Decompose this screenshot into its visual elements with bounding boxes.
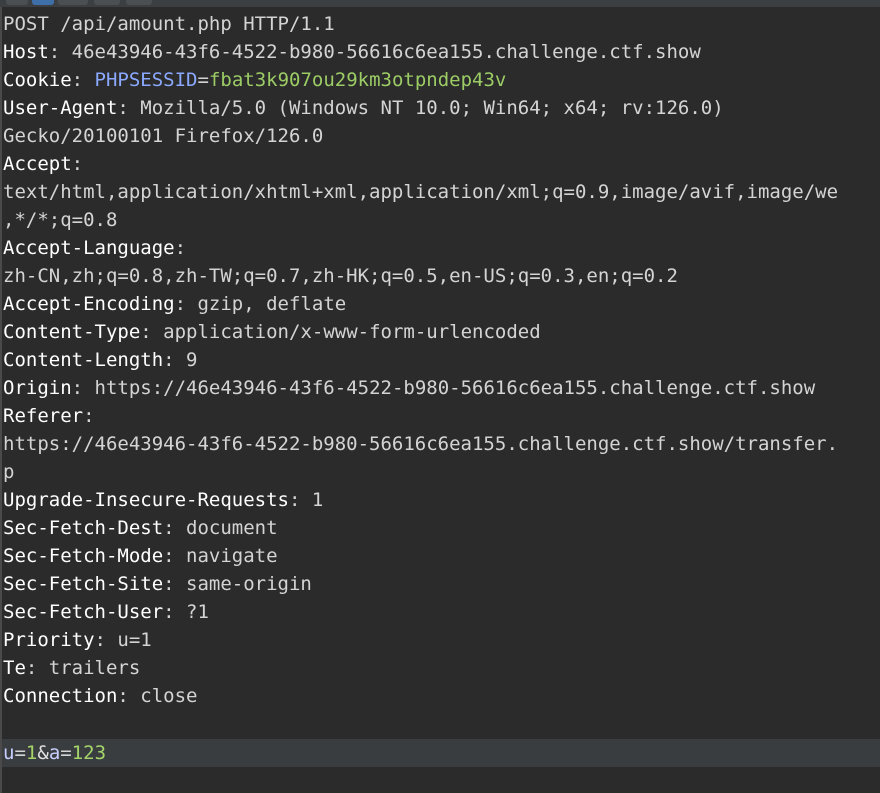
header-te: Te: trailers [3,657,141,679]
header-sec-fetch-dest: Sec-Fetch-Dest: document [3,517,278,539]
cookie-value: fbat3k907ou29km3otpndep43v [208,69,507,91]
header-referer-wrap: https://46e43946-43f6-4522-b980-56616c6e… [3,430,838,458]
header-name: Content-Type [3,321,141,343]
header-user-agent-wrap: Gecko/20100101 Firefox/126.0 [3,122,323,150]
header-value: same-origin [186,573,312,595]
header-sec-fetch-user: Sec-Fetch-User: ?1 [3,601,209,623]
header-name: Connection [3,685,118,707]
header-origin: Origin: https://46e43946-43f6-4522-b980-… [3,377,816,399]
request-body[interactable]: u=1&a=123 [3,739,106,767]
header-value: ?1 [186,601,209,623]
header-host: Host: 46e43946-43f6-4522-b980-56616c6ea1… [3,41,701,63]
cookie-name: PHPSESSID [94,69,198,91]
header-accept-encoding: Accept-Encoding: gzip, deflate [3,293,347,315]
header-value: 46e43946-43f6-4522-b980-56616c6ea155.cha… [71,41,701,63]
header-content-type: Content-Type: application/x-www-form-url… [3,321,541,343]
header-sec-fetch-mode: Sec-Fetch-Mode: navigate [3,545,278,567]
header-user-agent: User-Agent: Mozilla/5.0 (Windows NT 10.0… [3,97,724,119]
header-value-wrap: p [3,461,15,483]
header-value: 9 [186,349,198,371]
header-name: Accept-Language [3,237,175,259]
body-param-name: u [3,742,15,764]
current-line-highlight [2,739,880,767]
header-name: Sec-Fetch-Dest [3,517,164,539]
header-name: Cookie [3,69,72,91]
header-content-length: Content-Length: 9 [3,349,198,371]
header-accept-language: Accept-Language: [3,237,187,259]
tab-more[interactable] [126,0,152,5]
header-value-wrap: ,*/*;q=0.8 [3,209,118,231]
header-accept-wrap: text/html,application/xhtml+xml,applicat… [3,178,838,206]
header-cookie: Cookie: PHPSESSID=fbat3k907ou29km3otpnde… [3,69,507,91]
header-name: User-Agent [3,97,118,119]
header-value-wrap: zh-CN,zh;q=0.8,zh-TW;q=0.7,zh-HK;q=0.5,e… [3,265,678,287]
header-value: 1 [311,489,324,511]
header-name: Priority [3,629,95,651]
request-line-text: POST /api/amount.php HTTP/1.1 [3,13,335,35]
header-name: Accept-Encoding [3,293,175,315]
header-value: gzip, deflate [197,293,347,315]
body-param-value: 1 [25,742,38,764]
header-name: Upgrade-Insecure-Requests [3,489,289,511]
tab-hex[interactable] [94,0,120,5]
header-referer-wrap2: p [3,458,14,486]
header-sec-fetch-site: Sec-Fetch-Site: same-origin [3,573,312,595]
header-priority: Priority: u=1 [3,629,152,651]
header-name: Sec-Fetch-Mode [3,545,164,567]
request-line: POST /api/amount.php HTTP/1.1 [3,10,335,38]
header-name: Origin [3,377,72,399]
tab-prev[interactable] [6,0,28,5]
header-name: Sec-Fetch-Site [3,573,164,595]
header-value-wrap: text/html,application/xhtml+xml,applicat… [3,181,839,203]
header-name: Content-Length [3,349,164,371]
header-name: Referer [3,405,84,427]
header-name: Accept [3,153,72,175]
header-connection: Connection: close [3,685,198,707]
header-value: u=1 [117,629,152,651]
header-value: application/x-www-form-urlencoded [163,321,541,343]
header-value-wrap: https://46e43946-43f6-4522-b980-56616c6e… [3,433,839,455]
tab-raw[interactable] [32,0,54,5]
body-param-value: 123 [71,742,107,764]
header-referer: Referer: [3,405,95,427]
tab-pretty[interactable] [58,0,88,5]
header-name: Host [3,41,49,63]
header-accept-wrap2: ,*/*;q=0.8 [3,206,117,234]
header-upgrade-insecure-requests: Upgrade-Insecure-Requests: 1 [3,489,324,511]
header-value: document [186,517,278,539]
header-accept-language-wrap: zh-CN,zh;q=0.8,zh-TW;q=0.7,zh-HK;q=0.5,e… [3,262,678,290]
editor-tab-strip [0,0,880,7]
header-value-wrap: Gecko/20100101 Firefox/126.0 [3,125,324,147]
header-value: https://46e43946-43f6-4522-b980-56616c6e… [94,377,816,399]
header-value: Mozilla/5.0 (Windows NT 10.0; Win64; x64… [140,97,724,119]
header-name: Te [3,657,26,679]
header-accept: Accept: [3,153,84,175]
header-name: Sec-Fetch-User [3,601,164,623]
header-value: navigate [186,545,278,567]
header-value: close [140,685,198,707]
body-separator: & [37,742,49,764]
request-editor[interactable]: POST /api/amount.php HTTP/1.1 Host: 46e4… [0,7,880,793]
body-param-name: a [48,742,61,764]
header-value: trailers [48,657,141,679]
